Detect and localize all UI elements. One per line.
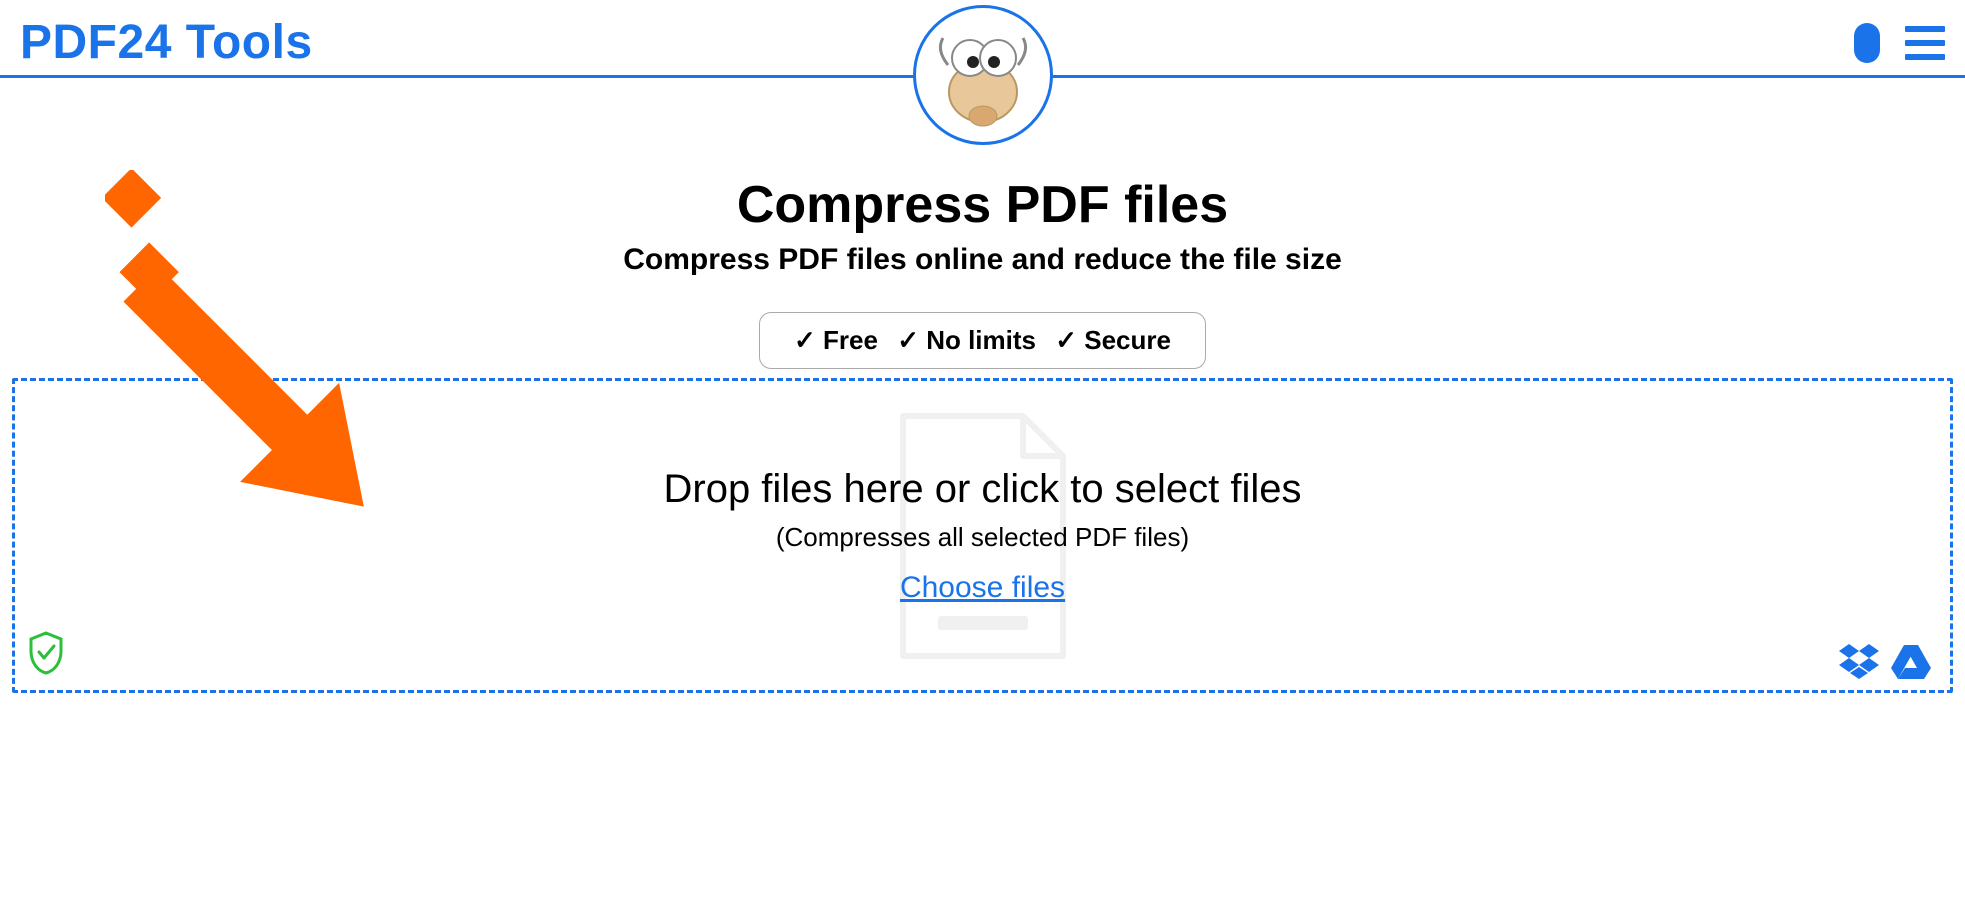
menu-icon[interactable] [1905,26,1945,60]
sheep-mascot-icon [928,20,1038,130]
dropzone-title: Drop files here or click to select files [663,467,1301,512]
badge-nolimits: ✓ No limits [897,325,1036,355]
badge-secure: ✓ Secure [1055,325,1171,355]
page-subtitle: Compress PDF files online and reduce the… [0,243,1965,277]
mascot-logo [913,5,1053,145]
logo[interactable]: PDF24 Tools [20,15,313,70]
dropbox-icon[interactable] [1838,642,1880,680]
google-drive-icon[interactable] [1890,642,1932,680]
page-title: Compress PDF files [0,175,1965,235]
security-shield-icon[interactable] [27,631,65,680]
desktop-app-icon[interactable] [1854,23,1880,63]
choose-files-link[interactable]: Choose files [900,571,1065,605]
header-actions [1854,23,1945,63]
cloud-import-buttons [1838,642,1932,680]
feature-badges: ✓ Free ✓ No limits ✓ Secure [759,312,1206,369]
file-dropzone[interactable]: Drop files here or click to select files… [12,378,1953,693]
dropzone-subtitle: (Compresses all selected PDF files) [776,522,1189,553]
badge-free: ✓ Free [794,325,878,355]
